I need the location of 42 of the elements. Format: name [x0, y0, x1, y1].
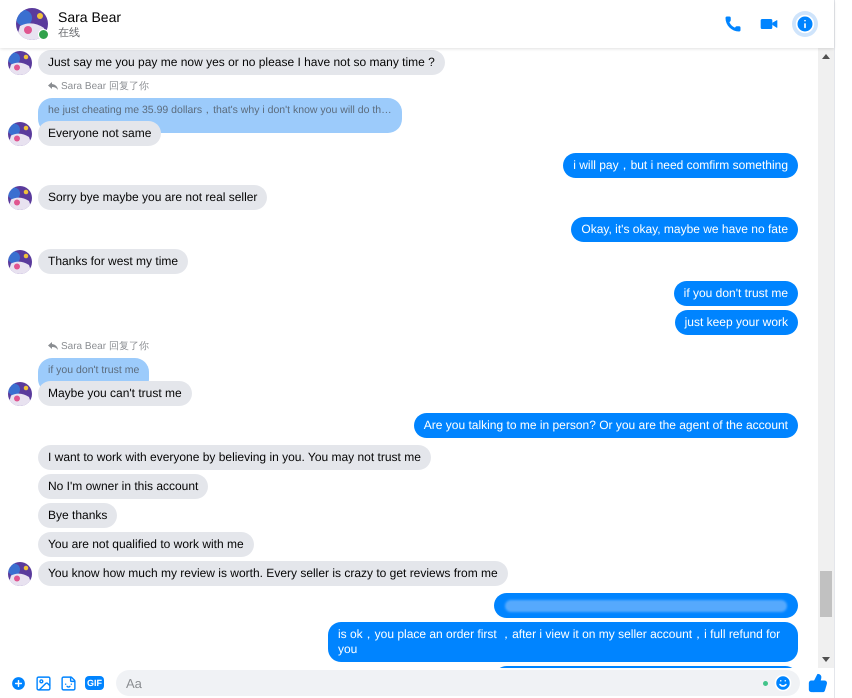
thumbs-up-icon[interactable]	[808, 673, 828, 693]
image-icon[interactable]	[35, 674, 52, 692]
message-bubble: No I'm owner in this account	[38, 474, 208, 499]
avatar	[8, 562, 32, 586]
message-bubble: You know how much my review is worth. Every seller is crazy to get reviews from me	[38, 561, 508, 586]
message-bubble: Sorry bye maybe you are not real seller	[38, 185, 268, 210]
reply-arrow-icon	[48, 82, 58, 90]
message-bubble: Maybe you can't trust me	[38, 381, 192, 406]
reply-label: Sara Bear 回复了你	[61, 80, 149, 93]
message-bubble: Okay, it's okay, maybe we have no fate	[571, 217, 798, 242]
scrollbar-thumb[interactable]	[820, 571, 832, 617]
message-bubble: Are you talking to me in person? Or you are the agent of the account	[414, 413, 798, 438]
message-bubble: if you don't trust me	[674, 281, 798, 306]
message-bubble: Just say me you pay me now yes or no please I have not so many time ?	[38, 50, 445, 75]
message-bubble: Thanks for west my time	[38, 249, 188, 274]
message-bubble: is ok，you place an order first ，after i view it on my seller account，i full refund for you	[328, 622, 798, 662]
avatar	[8, 186, 32, 210]
message-bubble: i will pay，but i need comfirm something	[563, 153, 798, 178]
message-bubble: I want to work with everyone by believing in you. You may not trust me	[38, 445, 431, 470]
avatar	[8, 250, 32, 274]
reply-arrow-icon	[48, 342, 58, 350]
message-input[interactable]: Aa	[124, 674, 757, 692]
sticker-icon[interactable]	[60, 674, 77, 692]
scroll-up-icon[interactable]	[822, 54, 830, 59]
avatar	[8, 122, 32, 146]
scroll-down-icon[interactable]	[822, 657, 830, 662]
message-bubble: just keep your work	[674, 310, 798, 335]
avatar	[8, 382, 32, 406]
message-bubble: You are not qualified to work with me	[38, 532, 254, 557]
avatar	[8, 51, 32, 75]
plus-icon[interactable]	[10, 674, 27, 692]
status-text: 在线	[58, 26, 81, 40]
contact-name: Sara Bear	[58, 8, 122, 24]
gif-button[interactable]: GIF	[85, 676, 104, 690]
reply-label: Sara Bear 回复了你	[61, 340, 149, 353]
smile-icon[interactable]	[774, 674, 792, 692]
avatar	[16, 8, 48, 40]
message-bubble: Bye thanks	[38, 503, 118, 528]
scrollbar[interactable]	[818, 48, 834, 668]
message-field[interactable]: Aa	[116, 670, 800, 696]
info-icon[interactable]	[792, 11, 818, 37]
status-dot	[763, 680, 768, 686]
